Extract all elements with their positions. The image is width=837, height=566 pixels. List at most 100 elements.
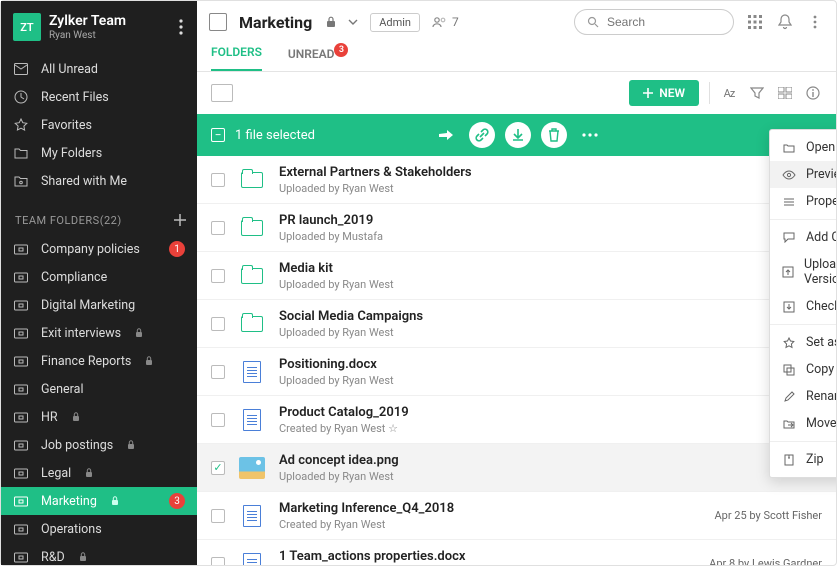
team-folder-item[interactable]: Finance Reports — [1, 347, 197, 375]
apps-grid-icon[interactable] — [746, 13, 764, 31]
team-folder-item[interactable]: Company policies1 — [1, 235, 197, 263]
context-menu-item[interactable]: Upload New Version... — [770, 251, 836, 293]
shared-icon — [13, 173, 29, 189]
file-checkbox[interactable] — [211, 269, 225, 283]
members-count-value: 7 — [452, 15, 459, 29]
team-folders-count: (22) — [100, 214, 122, 227]
file-row[interactable]: PR launch_2019Uploaded by Mustafa — [197, 204, 836, 252]
context-menu-item[interactable]: Zip — [770, 446, 836, 473]
team-folder-item[interactable]: Compliance — [1, 263, 197, 291]
file-type-icon — [239, 263, 265, 289]
context-menu-item[interactable]: Rename — [770, 383, 836, 410]
team-folder-item[interactable]: R&D — [1, 543, 197, 565]
file-row[interactable]: ✓Ad concept idea.pngUploaded by Ryan Wes… — [197, 444, 836, 492]
context-menu-item[interactable]: Properties — [770, 188, 836, 215]
search-input[interactable] — [607, 15, 762, 29]
rename-icon — [782, 390, 796, 404]
team-folder-label: Legal — [41, 466, 71, 481]
more-icon[interactable] — [806, 13, 824, 31]
context-menu-item[interactable]: Check In... — [770, 293, 836, 320]
context-menu-label: Zip — [806, 452, 824, 467]
team-folder-icon — [13, 465, 29, 481]
search-box[interactable] — [574, 9, 734, 35]
file-row[interactable]: Social Media CampaignsUploaded by Ryan W… — [197, 300, 836, 348]
team-folder-icon — [13, 493, 29, 509]
team-folders-list: Company policies1ComplianceDigital Marke… — [1, 235, 197, 565]
more-actions-icon[interactable] — [577, 122, 603, 148]
context-menu-label: Move To... — [806, 416, 836, 431]
new-button[interactable]: NEW — [629, 80, 699, 106]
context-menu-item[interactable]: Set as Favorite — [770, 329, 836, 356]
toolbar: NEW Az — [197, 72, 836, 114]
file-row[interactable]: 1 Team_actions properties.docxUploaded b… — [197, 540, 836, 565]
role-pill[interactable]: Admin — [370, 13, 420, 32]
view-thumbnail-icon[interactable] — [211, 84, 233, 102]
context-menu-separator — [770, 324, 836, 325]
file-row[interactable]: Media kitUploaded by Ryan WestWest — [197, 252, 836, 300]
breadcrumb-dropdown-icon[interactable] — [348, 19, 358, 25]
file-checkbox[interactable] — [211, 365, 225, 379]
download-icon[interactable] — [505, 122, 531, 148]
tab-unread[interactable]: UNREAD 3 — [288, 47, 335, 71]
selection-checkbox[interactable]: − — [211, 128, 225, 142]
nav-item[interactable]: Shared with Me — [1, 167, 197, 195]
file-row[interactable]: Marketing Inference_Q4_2018Created by Ry… — [197, 492, 836, 540]
filter-icon[interactable] — [748, 84, 766, 102]
context-menu-label: Open — [806, 140, 835, 155]
team-folder-item[interactable]: Legal — [1, 459, 197, 487]
team-menu-icon[interactable] — [175, 15, 187, 39]
team-folder-item[interactable]: Job postings — [1, 431, 197, 459]
team-folder-item[interactable]: Marketing3 — [1, 487, 197, 515]
unread-badge: 1 — [169, 241, 185, 257]
context-menu-item[interactable]: Move To... — [770, 410, 836, 437]
team-folder-item[interactable]: Digital Marketing — [1, 291, 197, 319]
file-checkbox[interactable] — [211, 509, 225, 523]
share-icon[interactable] — [433, 122, 459, 148]
file-meta: Product Catalog_2019Created by Ryan West… — [279, 405, 658, 435]
nav-item[interactable]: All Unread — [1, 55, 197, 83]
user-name: Ryan West — [49, 30, 167, 41]
link-icon[interactable] — [469, 122, 495, 148]
open-icon — [782, 141, 796, 155]
star-icon — [13, 117, 29, 133]
file-row[interactable]: Positioning.docxUploaded by Ryan West — [197, 348, 836, 396]
team-folder-label: General — [41, 382, 84, 397]
unread-badge: 3 — [169, 493, 185, 509]
file-subtitle: Uploaded by Ryan West — [279, 326, 658, 339]
file-checkbox[interactable]: ✓ — [211, 461, 225, 475]
lock-icon — [326, 16, 336, 28]
nav-item[interactable]: My Folders — [1, 139, 197, 167]
nav-item[interactable]: Favorites — [1, 111, 197, 139]
file-checkbox[interactable] — [211, 413, 225, 427]
context-menu-item[interactable]: Copy To... — [770, 356, 836, 383]
context-menu-label: Properties — [806, 194, 836, 209]
layout-icon[interactable] — [776, 84, 794, 102]
context-menu-item[interactable]: Preview — [770, 161, 836, 188]
file-row[interactable]: External Partners & StakeholdersUploaded… — [197, 156, 836, 204]
file-checkbox[interactable] — [211, 173, 225, 187]
team-folder-item[interactable]: Exit interviews — [1, 319, 197, 347]
team-folder-item[interactable]: General — [1, 375, 197, 403]
file-subtitle: Uploaded by Ryan West — [279, 182, 658, 195]
team-folder-item[interactable]: HR — [1, 403, 197, 431]
file-type-icon — [239, 359, 265, 385]
file-checkbox[interactable] — [211, 317, 225, 331]
notifications-icon[interactable] — [776, 13, 794, 31]
delete-icon[interactable] — [541, 122, 567, 148]
file-checkbox[interactable] — [211, 221, 225, 235]
team-folder-item[interactable]: Operations — [1, 515, 197, 543]
info-icon[interactable] — [804, 84, 822, 102]
context-menu-item[interactable]: Add Comment... — [770, 224, 836, 251]
team-folder-icon — [13, 381, 29, 397]
nav-item[interactable]: Recent Files — [1, 83, 197, 111]
add-team-folder-icon[interactable] — [173, 213, 187, 227]
sort-icon[interactable]: Az — [720, 84, 738, 102]
file-checkbox[interactable] — [211, 557, 225, 566]
lock-icon — [111, 496, 119, 506]
context-menu: Open Preview Properties Add Comment...Uploa… — [769, 129, 836, 478]
members-count[interactable]: 7 — [432, 15, 459, 29]
team-folder-icon — [13, 325, 29, 341]
tab-folders[interactable]: FOLDERS — [211, 45, 262, 71]
context-menu-item[interactable]: Open — [770, 134, 836, 161]
file-row[interactable]: Product Catalog_2019Created by Ryan West… — [197, 396, 836, 444]
